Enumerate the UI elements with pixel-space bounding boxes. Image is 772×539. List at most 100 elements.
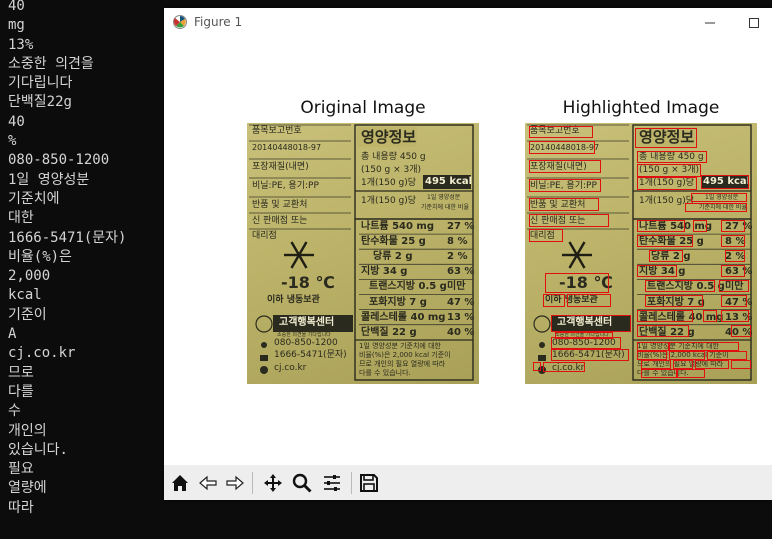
snowflake-arm <box>297 254 308 269</box>
original-label-temp: -18 ℃ <box>281 273 335 292</box>
snowflake-arm <box>568 241 579 256</box>
text-highlight-box <box>637 220 685 232</box>
zoom-icon[interactable] <box>289 470 315 496</box>
mail-icon <box>538 355 546 361</box>
terminal-line: mg <box>8 17 25 34</box>
text-highlight-box <box>529 141 595 154</box>
window-title: Figure 1 <box>194 15 243 29</box>
original-label-sms: 1666-5471(문자) <box>274 350 347 360</box>
minimize-button[interactable] <box>700 14 720 32</box>
original-label-exchange-place: 신 판매점 또는 <box>252 216 308 226</box>
text-highlight-box <box>645 295 703 307</box>
terminal-line: 있습니다. <box>8 441 68 458</box>
text-highlight-box <box>725 250 745 262</box>
terminal-line: 대한 <box>8 210 34 227</box>
terminal-line: 40 <box>8 0 25 14</box>
terminal-line: 따라 <box>8 499 34 516</box>
figure-canvas[interactable]: Original Image Highlighted Image 품목보고번호 2… <box>164 38 772 465</box>
text-highlight-box <box>731 325 751 337</box>
text-highlight-box <box>551 349 629 361</box>
original-label-store: 대리점 <box>252 231 277 241</box>
terminal-line: 열량에 <box>8 480 47 497</box>
terminal-line: 2,000 <box>8 268 51 285</box>
text-highlight-box <box>677 369 705 378</box>
original-label-footnote2: 비율(%)은 2,000 kcal 기준이 <box>359 351 451 359</box>
text-highlight-box <box>637 235 693 247</box>
terminal-line: 필요 <box>8 461 34 478</box>
terminal-line: 수 <box>8 403 21 420</box>
text-highlight-box <box>637 325 689 337</box>
text-highlight-box <box>637 151 707 163</box>
original-label-storage: 이하 냉동보관 <box>267 295 320 305</box>
forward-icon[interactable] <box>222 470 248 496</box>
navigation-toolbar <box>164 465 772 500</box>
snowflake-arm <box>290 241 301 256</box>
original-nutrient-name: 콜레스테롤 40 mg <box>361 311 446 323</box>
original-nutrient-name: 탄수화물 25 g <box>361 236 426 248</box>
text-highlight-box <box>669 351 705 360</box>
original-label-footnote4: 다를 수 있습니다. <box>359 369 411 377</box>
text-highlight-box <box>529 126 593 138</box>
matplotlib-icon <box>172 14 188 30</box>
original-label-per-serving-header: 1개(150 g)당 <box>361 196 417 206</box>
original-label-daily-header: 1일 영양성분 <box>427 194 461 201</box>
original-nutrient-name: 당류 2 g <box>373 251 413 263</box>
back-icon[interactable] <box>195 470 221 496</box>
web-icon <box>260 366 268 374</box>
original-label-report-title: 품목보고번호 <box>252 126 302 136</box>
text-highlight-box <box>721 265 745 277</box>
left-subplot-title: Original Image <box>300 98 426 118</box>
text-highlight-box <box>567 294 611 307</box>
original-nutrient-name: 단백질 22 g <box>361 326 417 338</box>
terminal-line: 13% <box>8 36 34 53</box>
snowflake-arm <box>575 254 586 269</box>
save-icon[interactable] <box>356 470 382 496</box>
snowflake-arm <box>297 241 308 256</box>
configure-subplots-icon[interactable] <box>319 470 345 496</box>
text-highlight-box <box>669 342 739 351</box>
text-highlight-box <box>637 342 669 351</box>
terminal-line: 080-850-1200 <box>8 152 110 169</box>
terminal-line: % <box>8 133 17 150</box>
text-highlight-box <box>641 360 671 369</box>
text-highlight-box <box>551 315 631 332</box>
right-subplot-title: Highlighted Image <box>562 98 720 118</box>
text-highlight-box <box>529 229 563 242</box>
mail-icon <box>260 355 268 361</box>
original-label-kcal: 495 kcal <box>425 176 473 187</box>
snowflake-arm <box>290 254 301 269</box>
original-label-web: cj.co.kr <box>274 363 307 373</box>
original-nutrient-percent: 13 % <box>447 311 475 323</box>
text-highlight-box <box>719 280 749 292</box>
terminal-output: 40 mg 13% 소중한 의견을 기다립니다 단백질22g 40% 080-850-1200… <box>8 0 126 518</box>
text-highlight-box <box>637 177 697 190</box>
text-highlight-box <box>649 250 683 262</box>
original-nutrient-percent: 8 % <box>447 236 468 248</box>
title-bar[interactable]: Figure 1 <box>164 8 772 38</box>
terminal-line: 40 <box>8 113 25 130</box>
highlighted-image: 품목보고번호 20140448018-97 포장재질(내면) 비닐:PE, 용기:PP… <box>525 123 757 384</box>
text-highlight-box <box>693 220 707 232</box>
pan-icon[interactable] <box>260 470 286 496</box>
text-highlight-box <box>695 360 729 369</box>
text-highlight-box <box>545 273 609 293</box>
text-highlight-box <box>701 175 749 189</box>
original-label-exchange: 반품 및 교환처 <box>252 200 308 210</box>
text-highlight-box <box>685 203 747 212</box>
terminal-line: 므로 <box>8 364 34 381</box>
original-nutrient-percent: 미만 <box>447 281 466 293</box>
service-person-icon <box>533 315 551 333</box>
original-nutrient-name: 포화지방 7 g <box>369 296 427 308</box>
terminal-line: 비율(%)은 <box>8 248 72 265</box>
original-label-packaging-title: 포장재질(내면) <box>252 162 309 172</box>
text-highlight-box <box>529 198 599 211</box>
terminal-panel: 40 mg 13% 소중한 의견을 기다립니다 단백질22g 40% 080-850-1200… <box>0 0 163 539</box>
terminal-line: 단백질22g <box>8 94 72 111</box>
maximize-button[interactable] <box>744 14 764 32</box>
home-icon[interactable] <box>167 470 193 496</box>
original-nutrient-name: 트랜스지방 0.5 g <box>369 281 447 293</box>
terminal-line: cj.co.kr <box>8 345 76 362</box>
text-highlight-box <box>721 295 747 307</box>
text-highlight-box <box>543 294 565 307</box>
figure-window: Figure 1 Original Image Highlighted Imag… <box>164 8 772 500</box>
